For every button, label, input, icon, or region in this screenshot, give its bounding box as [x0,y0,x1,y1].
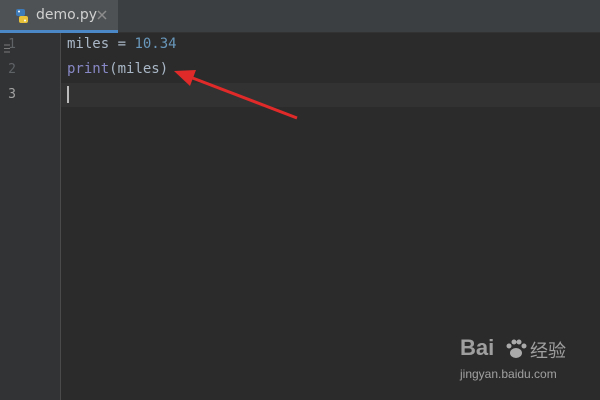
text-caret [67,86,69,103]
line-number-1: 1 [8,37,16,52]
current-line-highlight [61,83,600,107]
editor-tab-bar: demo.py [0,0,600,33]
paw-icon [506,339,527,358]
watermark-suffix: 经验 [530,341,566,362]
baidu-jingyan-watermark: Bai 经验 jingyan.baidu.com [460,335,580,390]
line-number-gutter: 1 2 3 [0,33,61,400]
close-icon[interactable] [96,9,108,21]
watermark-url: jingyan.baidu.com [460,367,557,381]
code-line-1[interactable]: miles = 10.34 [67,36,177,52]
assign-operator: = [109,36,135,52]
variable-miles: miles [67,36,110,52]
number-literal: 10.34 [134,36,177,52]
call-arguments: (miles) [109,61,169,77]
line-number-3: 3 [8,87,16,102]
python-file-icon [16,9,28,23]
tab-demo-py[interactable]: demo.py [0,0,118,33]
watermark-brand: Bai [460,335,495,360]
tab-label: demo.py [36,7,98,23]
line-number-2: 2 [8,62,16,77]
builtin-print: print [67,61,110,77]
code-line-2[interactable]: print(miles) [67,61,168,77]
